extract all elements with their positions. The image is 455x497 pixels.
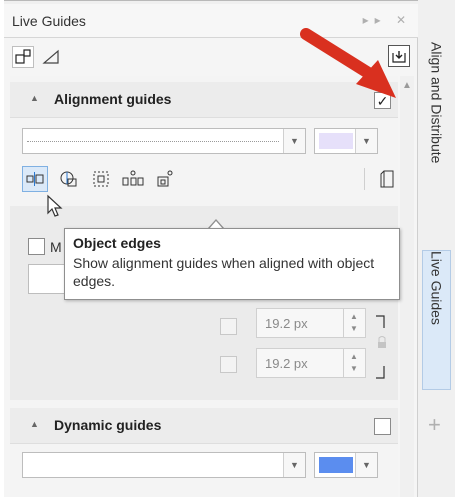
tooltip-title: Object edges — [73, 235, 161, 251]
spin-up-icon[interactable]: ▲ — [350, 352, 358, 361]
margins-option-label: M — [50, 239, 62, 255]
angle-guides-tab[interactable] — [40, 46, 62, 68]
dynamic-line-style-select[interactable]: ▼ — [22, 452, 306, 478]
add-docker-icon[interactable]: + — [428, 412, 441, 438]
collapse-caret-icon[interactable]: ▲ — [30, 419, 39, 429]
panel-title-controls[interactable]: ▸▸ ✕ — [363, 13, 412, 27]
margins-checkbox[interactable] — [28, 238, 45, 255]
spin-up-icon[interactable]: ▲ — [350, 312, 358, 321]
guide-mode-toolbar — [22, 166, 394, 194]
dynamic-guides-checkbox[interactable] — [374, 418, 391, 435]
angle-icon — [42, 49, 59, 64]
dynamic-color-select[interactable]: ▼ — [314, 452, 378, 478]
spacing-button[interactable] — [120, 166, 146, 192]
tooltip-description: Show alignment guides when aligned with … — [73, 255, 375, 289]
object-centers-icon — [60, 171, 77, 187]
guide-color-swatch — [319, 133, 353, 149]
vertical-margin-spinner[interactable]: 19.2 px ▲ ▼ — [256, 348, 366, 378]
page-margins-button[interactable] — [88, 166, 114, 192]
vertical-scrollbar[interactable]: ▲ — [400, 76, 414, 497]
panel-title: Live Guides — [12, 13, 86, 29]
object-to-page-button[interactable] — [152, 166, 178, 192]
chevron-down-icon: ▼ — [283, 453, 305, 477]
toolbar-separator — [364, 168, 365, 190]
dynamic-guides-header[interactable]: ▲ Dynamic guides — [10, 408, 398, 444]
alignment-guides-icon — [15, 49, 31, 64]
horizontal-margin-lock[interactable] — [220, 318, 237, 335]
object-edges-button[interactable] — [22, 166, 48, 192]
collapse-caret-icon[interactable]: ▲ — [30, 93, 39, 103]
guide-color-select[interactable]: ▼ — [314, 128, 378, 154]
tab-align-and-distribute-label: Align and Distribute — [428, 42, 445, 164]
link-bracket-icon — [376, 315, 386, 379]
margins-icon — [93, 171, 109, 187]
tab-live-guides[interactable]: Live Guides — [422, 250, 451, 390]
spinner-buttons[interactable]: ▲ ▼ — [343, 349, 365, 377]
object-edges-tooltip: Object edges Show alignment guides when … — [64, 228, 400, 300]
tab-align-and-distribute[interactable]: Align and Distribute — [422, 42, 451, 222]
page-icon — [380, 170, 394, 188]
horizontal-margin-value: 19.2 px — [265, 316, 308, 331]
page-guides-button[interactable] — [374, 166, 400, 192]
dynamic-color-swatch — [319, 457, 353, 473]
alignment-guides-tab[interactable] — [12, 46, 34, 68]
docker-tab-strip: Align and Distribute Live Guides + — [418, 0, 455, 497]
guide-line-style-select[interactable]: ▼ — [22, 128, 306, 154]
alignment-guides-label: Alignment guides — [54, 91, 172, 107]
annotation-arrow-icon — [300, 28, 396, 98]
line-style-preview — [27, 141, 279, 142]
chevron-down-icon: ▼ — [283, 129, 305, 153]
horizontal-margin-spinner[interactable]: 19.2 px ▲ ▼ — [256, 308, 366, 338]
spin-down-icon[interactable]: ▼ — [350, 364, 358, 373]
spin-down-icon[interactable]: ▼ — [350, 324, 358, 333]
vertical-margin-value: 19.2 px — [265, 356, 308, 371]
mouse-cursor-icon — [47, 194, 63, 217]
chevron-down-icon: ▼ — [355, 453, 377, 477]
vertical-margin-lock[interactable] — [220, 356, 237, 373]
dynamic-guides-label: Dynamic guides — [54, 417, 162, 433]
tab-live-guides-label: Live Guides — [428, 251, 445, 325]
spacing-icon — [122, 170, 144, 186]
object-to-page-icon — [157, 170, 173, 187]
object-edges-icon — [26, 172, 44, 186]
spinner-buttons[interactable]: ▲ ▼ — [343, 309, 365, 337]
chevron-down-icon: ▼ — [355, 129, 377, 153]
object-centers-button[interactable] — [56, 166, 82, 192]
